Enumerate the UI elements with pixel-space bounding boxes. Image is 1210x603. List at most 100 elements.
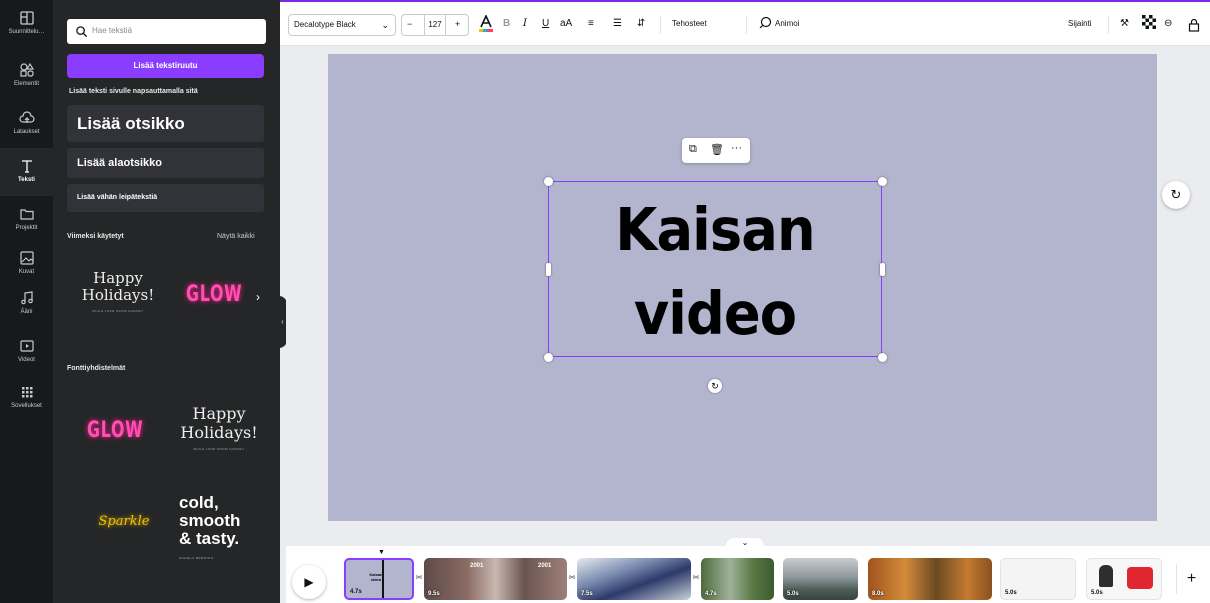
clip-duration: 7.5s: [581, 591, 593, 597]
resize-handle-right[interactable]: [880, 263, 885, 276]
resize-handle-tl[interactable]: [544, 177, 553, 186]
side-rail: Suunnittelu… Elementit Lataukset Teksti …: [0, 0, 53, 603]
element-context-menu: ⧉ 🗑 ···: [682, 138, 750, 163]
preset-glow[interactable]: GLOW: [186, 282, 256, 307]
more-options-icon[interactable]: ···: [731, 142, 742, 154]
transparency-icon[interactable]: [1142, 15, 1156, 32]
rail-text[interactable]: Teksti: [0, 148, 53, 196]
paint-roller-icon[interactable]: ⚒: [1120, 18, 1129, 29]
lock-glyph: [1188, 18, 1200, 32]
preset-text: Holidays!: [81, 286, 155, 304]
animate-button[interactable]: Animoi: [775, 19, 799, 28]
timeline-clip-1[interactable]: Kaisan video 4.7s: [344, 558, 414, 600]
font-combinations-title: Fonttiyhdistelmät: [67, 365, 126, 372]
search-placeholder: Hae tekstiä: [92, 26, 133, 35]
text-color-button[interactable]: [478, 14, 494, 36]
duplicate-icon[interactable]: ⧉: [689, 143, 697, 156]
timeline-clip-4[interactable]: 4.7s: [701, 558, 774, 600]
timeline-clip-5[interactable]: 5.0s: [783, 558, 858, 600]
lock-icon[interactable]: [1188, 18, 1200, 35]
rail-design[interactable]: Suunnittelu…: [0, 0, 53, 48]
timeline-clip-8[interactable]: 5.0s: [1086, 558, 1162, 600]
clip-duration: 4.7s: [705, 591, 717, 597]
divider: [1108, 16, 1109, 34]
preset-text: GLOW: [186, 282, 243, 307]
timeline-clip-3[interactable]: 7.5s: [577, 558, 691, 600]
preset-happy-holidays[interactable]: Happy Holidays! MUCH LOVE FROM HARVEY: [73, 269, 163, 314]
underline-button[interactable]: U: [542, 18, 549, 29]
preset-cold-smooth-tasty[interactable]: cold, smooth & tasty. ANGELO BREWING: [179, 493, 269, 561]
cloud-upload-icon: [18, 111, 35, 123]
animate-icon[interactable]: [758, 16, 772, 33]
search-input[interactable]: Hae tekstiä: [67, 19, 266, 44]
resize-handle-tr[interactable]: [878, 177, 887, 186]
preset-happy-holidays-2[interactable]: Happy Holidays! MUCH LOVE FROM HARVEY: [173, 404, 265, 451]
add-heading-button[interactable]: Lisää otsikko: [67, 105, 264, 142]
text-panel: Hae tekstiä Lisää tekstiruutu Lisää teks…: [53, 0, 280, 603]
align-center-icon[interactable]: ≡: [588, 18, 594, 29]
position-button[interactable]: Sijainti: [1068, 19, 1092, 28]
resize-handle-br[interactable]: [878, 353, 887, 362]
clip-duration: 5.0s: [1091, 590, 1103, 596]
preset-sparkle[interactable]: Sparkle: [89, 514, 159, 529]
show-all-link[interactable]: Näytä kaikki: [217, 233, 255, 240]
timeline-clip-6[interactable]: 8.0s: [868, 558, 992, 600]
rail-audio[interactable]: Ääni: [0, 280, 53, 328]
layout-icon: [19, 11, 34, 25]
decrease-size-button[interactable]: −: [407, 19, 412, 29]
divider: [660, 16, 661, 34]
resize-handle-left[interactable]: [546, 263, 551, 276]
timeline-clip-7[interactable]: 5.0s: [1000, 558, 1076, 600]
effects-button[interactable]: Tehosteet: [672, 19, 707, 28]
santa-icon: [1099, 565, 1113, 587]
timeline-clip-2[interactable]: 2001 2001 9.5s: [424, 558, 567, 600]
playhead-marker-icon[interactable]: ▼: [378, 549, 385, 556]
preset-subtext: MUCH LOVE FROM HARVEY: [92, 309, 144, 313]
italic-button[interactable]: I: [523, 18, 527, 29]
add-page-button[interactable]: +: [1176, 564, 1206, 594]
gift-icon: [1127, 567, 1153, 589]
font-size-input[interactable]: 127: [424, 15, 446, 35]
clip-duration: 4.7s: [350, 589, 362, 595]
trash-icon[interactable]: 🗑: [710, 143, 724, 156]
clip-duration: 5.0s: [787, 591, 799, 597]
transition-icon[interactable]: ⋈: [567, 574, 577, 584]
chevron-down-icon[interactable]: ⌄: [726, 538, 764, 552]
preset-text: Happy: [93, 269, 143, 287]
rail-elements[interactable]: Elementit: [0, 52, 53, 100]
playhead[interactable]: [382, 560, 384, 598]
transition-icon[interactable]: ⋈: [691, 574, 701, 584]
link-icon[interactable]: ⊖: [1164, 18, 1172, 29]
preset-subtext: ANGELO BREWING: [179, 556, 214, 560]
add-textbox-button[interactable]: Lisää tekstiruutu: [67, 54, 264, 78]
rail-projects[interactable]: Projektit: [0, 196, 53, 244]
clip-duration: 5.0s: [1005, 590, 1017, 596]
preset-glow-2[interactable]: GLOW: [87, 418, 157, 443]
clip-overlay-text: 2001: [538, 563, 552, 569]
play-button[interactable]: ▶: [292, 565, 326, 599]
chevron-right-icon[interactable]: ›: [256, 290, 260, 304]
preset-subtext: MUCH LOVE FROM HARVEY: [193, 447, 245, 451]
text-case-button[interactable]: aA: [560, 18, 572, 29]
preset-text: Happy: [192, 404, 246, 423]
add-body-text-button[interactable]: Lisää vähän leipätekstiä: [67, 184, 264, 212]
resize-handle-bl[interactable]: [544, 353, 553, 362]
rail-apps[interactable]: Sovellukset: [0, 374, 53, 422]
bold-button[interactable]: B: [503, 18, 510, 29]
video-icon: [19, 340, 34, 352]
add-subheading-button[interactable]: Lisää alaotsikko: [67, 148, 264, 178]
click-to-add-hint: Lisää teksti sivulle napsauttamalla sitä: [69, 88, 198, 95]
font-family-select[interactable]: Decalotype Black ⌄: [288, 14, 396, 36]
rotate-handle-icon[interactable]: ↻: [708, 379, 722, 393]
rail-videos[interactable]: Videot: [0, 328, 53, 376]
text-color-icon: [479, 14, 493, 32]
increase-size-button[interactable]: +: [455, 19, 460, 29]
preset-line: cold,: [179, 493, 219, 512]
rail-uploads[interactable]: Lataukset: [0, 100, 53, 148]
refresh-icon[interactable]: ↻: [1162, 181, 1190, 209]
preset-line: & tasty.: [179, 529, 240, 548]
transition-icon[interactable]: ⋈: [414, 574, 424, 584]
list-icon[interactable]: ☰: [613, 18, 622, 29]
rail-label: Videot: [18, 357, 35, 363]
spacing-icon[interactable]: ⇵: [637, 18, 645, 29]
